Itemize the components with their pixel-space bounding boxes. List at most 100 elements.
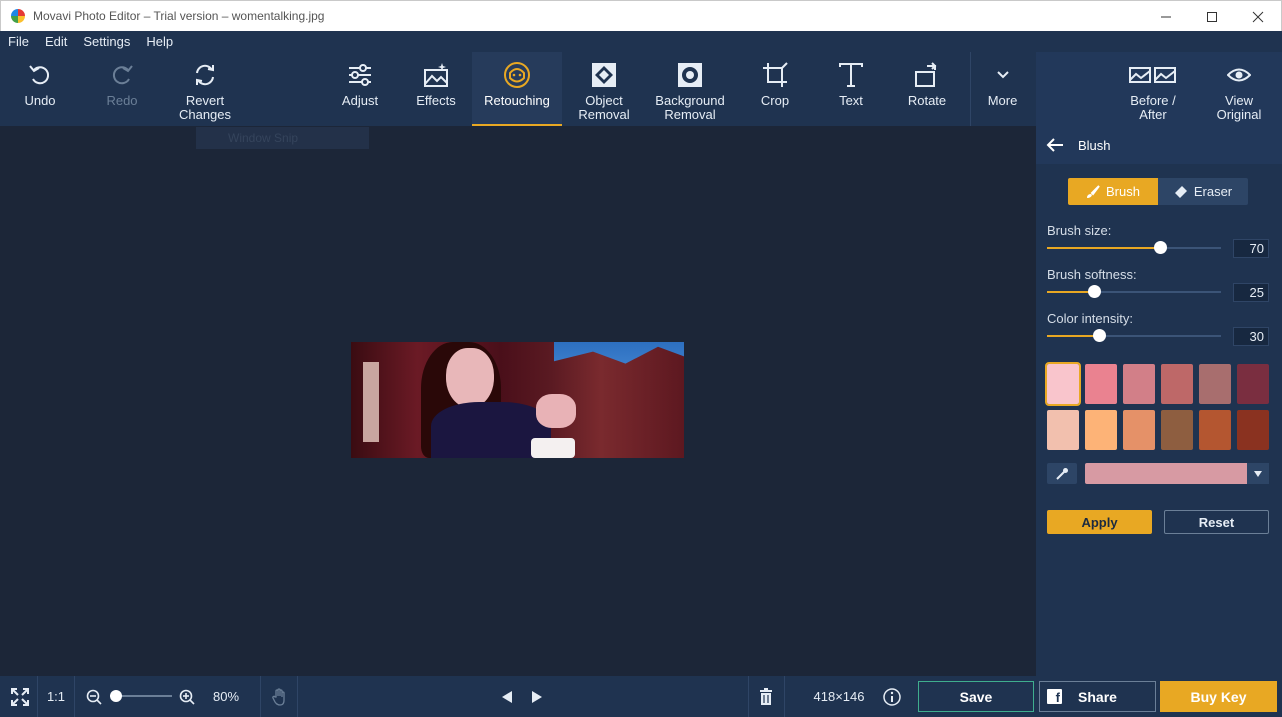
color-intensity-label: Color intensity: [1047,311,1133,326]
toolbar-separator [970,52,971,126]
previous-image-button[interactable] [496,676,518,717]
revert-icon [196,64,214,86]
zoom-in-button[interactable] [177,676,197,717]
color-swatch[interactable] [1237,364,1269,404]
color-swatch[interactable] [1199,364,1231,404]
revert-changes-button[interactable]: Revert Changes [172,52,238,126]
fullscreen-icon [11,687,29,706]
maximize-icon [1207,11,1217,22]
before-after-icon [1129,67,1176,83]
before-after-label: Before / After [1130,93,1176,122]
color-intensity-value[interactable]: 30 [1233,327,1269,346]
panel-title: Blush [1078,137,1111,153]
window-controls [1143,1,1281,32]
rotate-label: Rotate [907,93,947,108]
panel-header: Blush [1036,126,1282,164]
menu-help[interactable]: Help [138,34,181,49]
more-tools-button[interactable]: More [975,52,1030,126]
previous-arrow-icon [502,690,512,703]
actual-size-button[interactable]: 1:1 [38,676,74,717]
menu-bar: File Edit Settings Help [0,31,1282,52]
status-bar: 1:1 80% 418×146 Save f Share Buy Key [0,676,1282,717]
menu-settings[interactable]: Settings [75,34,138,49]
back-arrow-icon[interactable] [1046,138,1064,152]
color-swatch[interactable] [1161,410,1193,450]
selected-color-dropdown[interactable] [1085,463,1269,484]
color-swatch[interactable] [1237,410,1269,450]
text-tool[interactable]: Text [824,52,878,126]
eraser-mode-button[interactable]: Eraser [1158,178,1248,205]
image-canvas[interactable] [0,126,1035,676]
undo-icon [29,65,50,85]
adjust-tool[interactable]: Adjust [330,52,390,126]
dropdown-arrow-icon [1254,470,1262,477]
brush-mode-button[interactable]: Brush [1068,178,1158,205]
color-intensity-thumb[interactable] [1093,329,1107,342]
crop-tool[interactable]: Crop [748,52,802,126]
brush-size-slider[interactable] [1047,241,1221,254]
retouching-tool[interactable]: Retouching [472,52,562,126]
undo-button[interactable]: Undo [12,52,68,126]
app-logo-icon [11,9,25,23]
before-after-button[interactable]: Before / After [1124,52,1182,126]
brush-size-value[interactable]: 70 [1233,239,1269,258]
color-swatch[interactable] [1047,410,1079,450]
color-swatch[interactable] [1199,410,1231,450]
color-swatch[interactable] [1085,364,1117,404]
title-bar: Movavi Photo Editor – Trial version – wo… [0,0,1282,31]
eyedropper-icon [1056,467,1068,480]
brush-softness-slider[interactable] [1047,285,1221,298]
info-button[interactable] [880,676,904,717]
color-dropdown-toggle[interactable] [1247,463,1269,484]
image-dimensions: 418×146 [813,689,865,704]
object-removal-tool[interactable]: Object Removal [574,52,634,126]
menu-edit[interactable]: Edit [37,34,75,49]
fullscreen-button[interactable] [4,676,36,717]
brush-softness-thumb[interactable] [1087,285,1101,298]
brush-softness-value[interactable]: 25 [1233,283,1269,302]
apply-button[interactable]: Apply [1047,510,1152,534]
zoom-slider-thumb[interactable] [110,690,123,702]
next-arrow-icon [532,690,542,703]
color-swatch[interactable] [1045,362,1081,406]
next-image-button[interactable] [526,676,548,717]
photo-preview[interactable] [351,342,684,458]
text-icon [839,63,863,87]
eyedropper-button[interactable] [1047,463,1077,484]
view-original-button[interactable]: View Original [1210,52,1268,126]
trash-icon [760,687,772,705]
effects-tool[interactable]: Effects [406,52,466,126]
background-removal-icon [678,63,702,87]
reset-button[interactable]: Reset [1164,510,1269,534]
background-removal-tool[interactable]: Background Removal [648,52,732,126]
zoom-out-button[interactable] [84,676,104,717]
buy-key-button[interactable]: Buy Key [1160,681,1277,712]
color-intensity-slider[interactable] [1047,329,1221,342]
delete-button[interactable] [754,676,778,717]
chevron-down-icon [996,71,1009,79]
share-button[interactable]: f Share [1039,681,1156,712]
toolbar-view-section: Before / After View Original [1036,52,1282,126]
save-button[interactable]: Save [918,681,1034,712]
hand-tool-button[interactable] [268,676,292,717]
redo-label: Redo [106,93,138,108]
redo-button[interactable]: Redo [94,52,150,126]
retouching-face-icon [504,62,530,88]
rotate-tool[interactable]: Rotate [898,52,956,126]
revert-label: Revert Changes [178,93,232,122]
eraser-icon [1174,185,1187,198]
color-swatch[interactable] [1123,410,1155,450]
ghost-tooltip: Window Snip [196,127,369,149]
color-swatch[interactable] [1085,410,1117,450]
color-swatch[interactable] [1161,364,1193,404]
minimize-button[interactable] [1143,1,1189,32]
color-swatch[interactable] [1123,364,1155,404]
minimize-icon [1161,16,1171,17]
menu-file[interactable]: File [0,34,37,49]
close-button[interactable] [1235,1,1281,32]
zoom-percent[interactable]: 80% [203,676,249,717]
brush-size-thumb[interactable] [1154,241,1168,254]
maximize-button[interactable] [1189,1,1235,32]
blush-panel: Blush Brush Eraser Brush size: 70 Brush … [1036,126,1282,676]
share-label: Share [1078,688,1117,705]
